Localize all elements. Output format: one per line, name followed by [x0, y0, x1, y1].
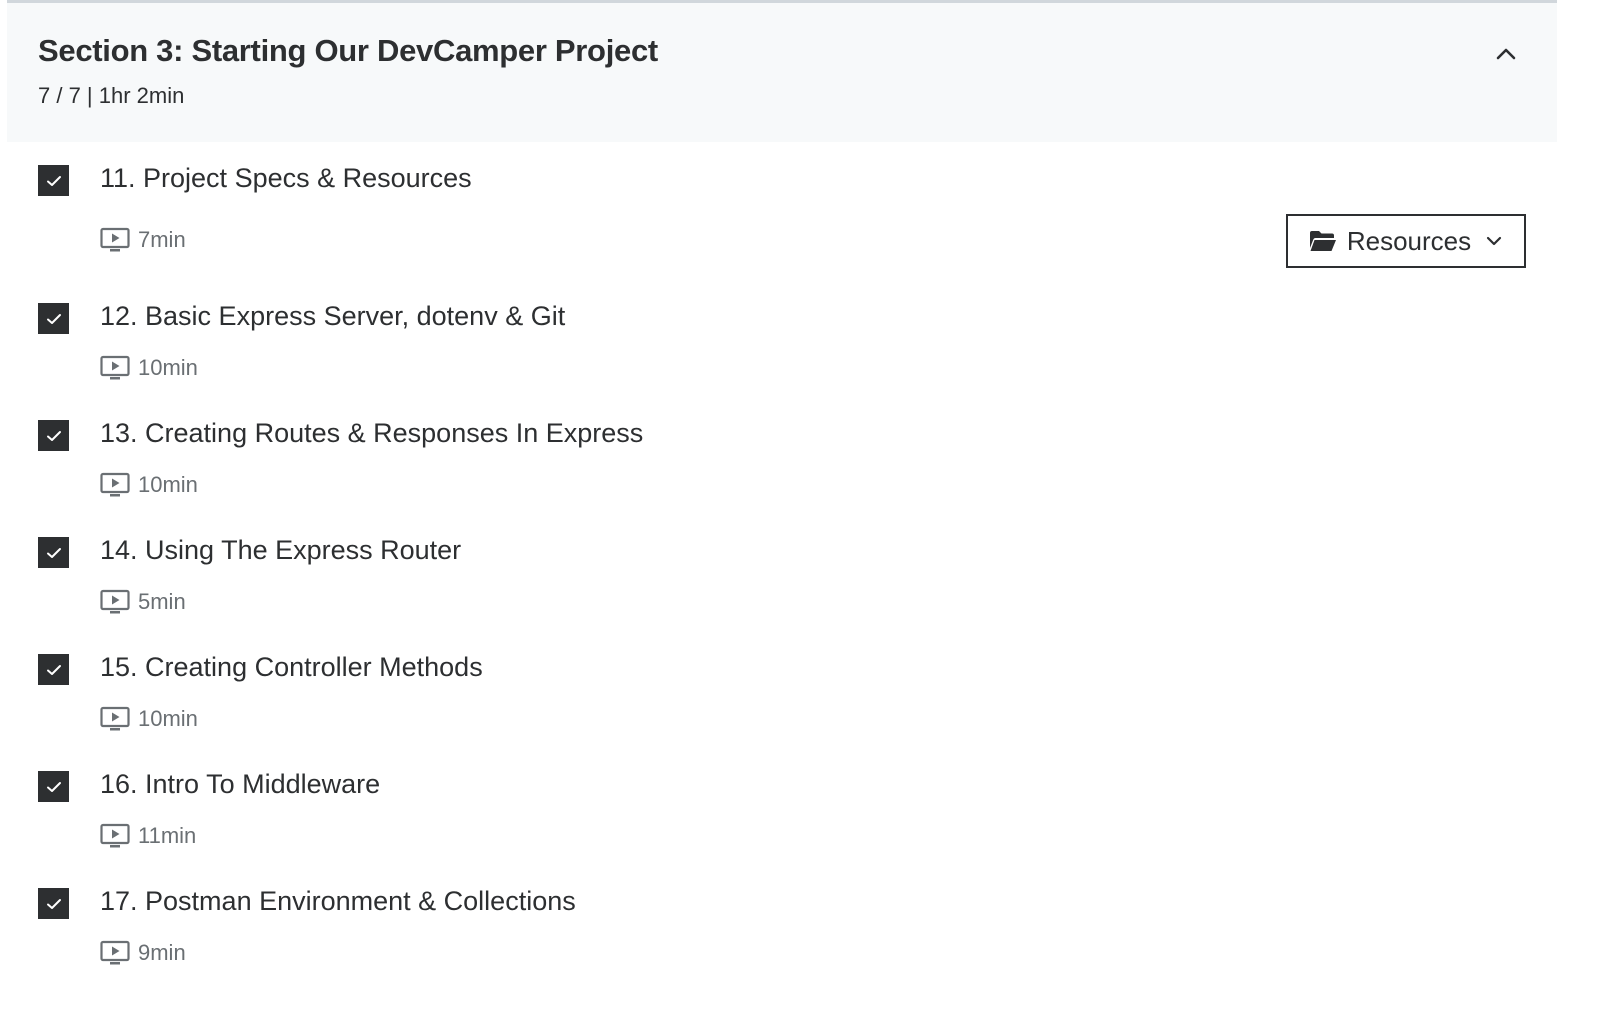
check-icon [46, 664, 61, 675]
lecture-duration: 7min [100, 227, 186, 253]
chevron-up-icon[interactable] [1491, 39, 1521, 69]
resources-label: Resources [1346, 225, 1472, 256]
video-icon [100, 355, 130, 381]
lecture-title[interactable]: 17. Postman Environment & Collections [100, 886, 576, 917]
lecture-checkbox[interactable] [38, 420, 69, 451]
video-icon [100, 940, 130, 966]
lecture-title[interactable]: 12. Basic Express Server, dotenv & Git [100, 301, 565, 332]
lecture-duration: 10min [100, 472, 198, 498]
course-content-panel: Section 3: Starting Our DevCamper Projec… [7, 0, 1557, 1014]
resources-dropdown-button[interactable]: Resources [1286, 214, 1526, 268]
duration-label: 10min [138, 472, 198, 497]
lecture-checkbox[interactable] [38, 888, 69, 919]
video-icon [100, 706, 130, 732]
lecture-checkbox[interactable] [38, 303, 69, 334]
section-title: Section 3: Starting Our DevCamper Projec… [38, 33, 658, 68]
check-icon [46, 898, 61, 909]
check-icon [46, 430, 61, 441]
lecture-title[interactable]: 16. Intro To Middleware [100, 769, 380, 800]
chevron-down-icon [1485, 232, 1503, 250]
folder-open-icon [1309, 229, 1337, 253]
video-icon [100, 589, 130, 615]
check-icon [46, 547, 61, 558]
section-progress: 7 / 7 | 1hr 2min [38, 83, 185, 108]
duration-label: 5min [138, 589, 186, 614]
video-icon [100, 823, 130, 849]
check-icon [46, 175, 61, 186]
duration-label: 7min [138, 227, 186, 252]
lecture-duration: 5min [100, 589, 186, 615]
video-icon [100, 227, 130, 253]
lecture-title[interactable]: 11. Project Specs & Resources [100, 163, 472, 194]
lecture-duration: 10min [100, 355, 198, 381]
check-icon [46, 313, 61, 324]
lecture-duration: 11min [100, 823, 196, 849]
duration-label: 10min [138, 355, 198, 380]
lecture-duration: 10min [100, 706, 198, 732]
section-header[interactable]: Section 3: Starting Our DevCamper Projec… [7, 3, 1557, 142]
lecture-checkbox[interactable] [38, 771, 69, 802]
check-icon [46, 781, 61, 792]
video-icon [100, 472, 130, 498]
duration-label: 11min [138, 823, 197, 848]
lecture-checkbox[interactable] [38, 537, 69, 568]
lecture-title[interactable]: 14. Using The Express Router [100, 535, 461, 566]
lecture-title[interactable]: 13. Creating Routes & Responses In Expre… [100, 418, 643, 449]
lecture-duration: 9min [100, 940, 186, 966]
lecture-title[interactable]: 15. Creating Controller Methods [100, 652, 483, 683]
lecture-checkbox[interactable] [38, 654, 69, 685]
duration-label: 10min [138, 706, 198, 731]
duration-label: 9min [138, 940, 186, 965]
lecture-checkbox[interactable] [38, 165, 69, 196]
